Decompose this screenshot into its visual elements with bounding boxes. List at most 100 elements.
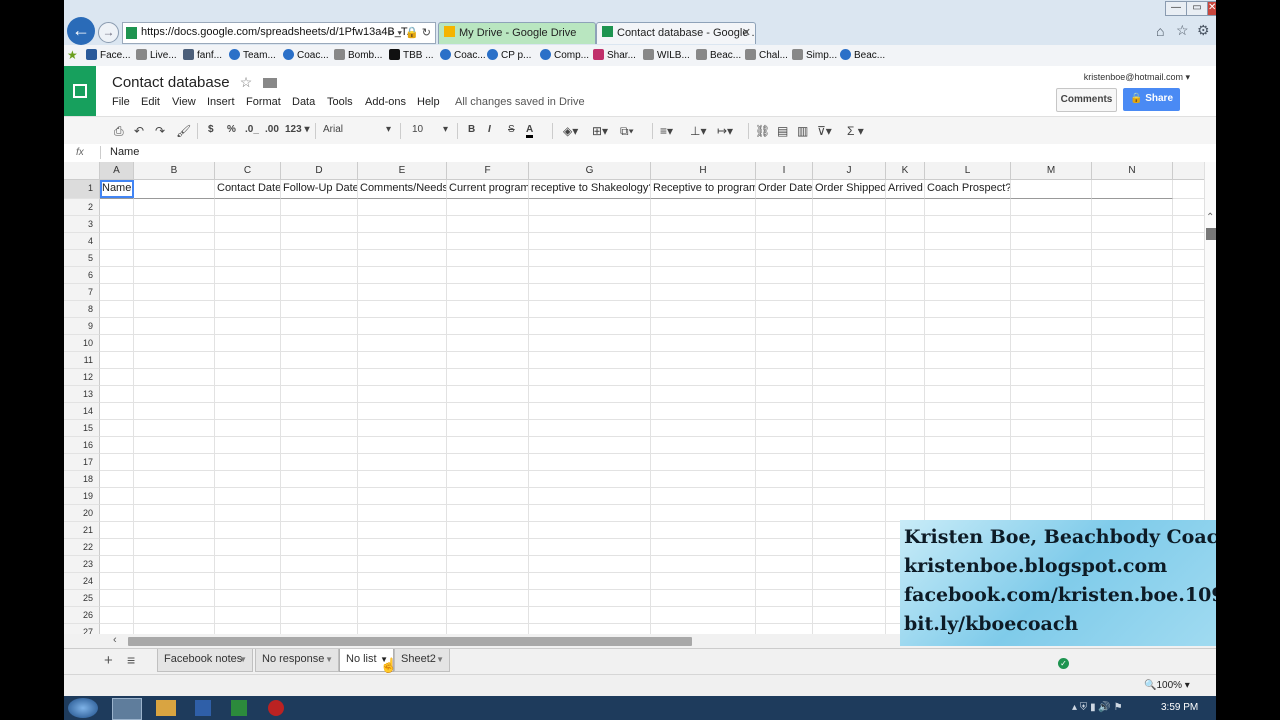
favorite-item[interactable]: CP p... (487, 49, 531, 61)
forward-button[interactable]: → (98, 22, 119, 43)
grid-cell[interactable] (358, 522, 447, 539)
grid-cell[interactable] (886, 454, 925, 471)
grid-cell[interactable] (529, 403, 651, 420)
grid-cell[interactable] (358, 352, 447, 369)
row-header[interactable]: 13 (64, 386, 100, 403)
grid-cell[interactable] (447, 607, 529, 624)
grid-cell[interactable] (281, 522, 358, 539)
grid-cell[interactable] (925, 318, 1011, 335)
grid-cell[interactable] (100, 471, 134, 488)
grid-cell[interactable] (447, 488, 529, 505)
favorite-item[interactable]: Simp... (792, 49, 837, 61)
document-title[interactable]: Contact database ☆ (112, 74, 277, 91)
close-tab-icon[interactable]: ✕ (742, 23, 751, 43)
grid-cell[interactable] (100, 624, 134, 634)
grid-cell[interactable] (281, 488, 358, 505)
grid-cell[interactable] (281, 556, 358, 573)
header-cell-e[interactable]: Comments/Needs (358, 180, 447, 199)
back-button[interactable]: ← (67, 17, 95, 45)
grid-cell[interactable] (651, 624, 756, 634)
grid-cell[interactable] (1092, 369, 1173, 386)
grid-cell[interactable] (215, 250, 281, 267)
grid-cell[interactable] (281, 471, 358, 488)
grid-cell[interactable] (447, 335, 529, 352)
grid-cell[interactable] (358, 420, 447, 437)
grid-cell[interactable] (925, 403, 1011, 420)
grid-cell[interactable] (1173, 488, 1204, 505)
grid-cell[interactable] (134, 420, 215, 437)
grid-cell[interactable] (134, 454, 215, 471)
grid-cell[interactable] (215, 539, 281, 556)
grid-cell[interactable] (1173, 403, 1204, 420)
grid-cell[interactable] (281, 420, 358, 437)
grid-cell[interactable] (100, 352, 134, 369)
grid-cell[interactable] (215, 488, 281, 505)
start-button[interactable] (68, 698, 98, 718)
menu-format[interactable]: Format (246, 96, 281, 108)
formula-input[interactable]: Name (110, 146, 139, 158)
grid-cell[interactable] (358, 403, 447, 420)
header-cell-k[interactable]: Arrived (886, 180, 925, 199)
menu-file[interactable]: File (112, 96, 130, 108)
row-header[interactable]: 12 (64, 369, 100, 386)
grid-cell[interactable] (1011, 454, 1092, 471)
grid-cell[interactable] (813, 420, 886, 437)
grid-cell[interactable] (756, 318, 813, 335)
taskbar-app-button[interactable] (112, 698, 142, 720)
grid-cell[interactable] (529, 318, 651, 335)
grid-cell[interactable] (756, 199, 813, 216)
grid-cell[interactable] (1092, 352, 1173, 369)
row-header[interactable]: 15 (64, 420, 100, 437)
grid-cell[interactable] (1173, 199, 1204, 216)
star-icon[interactable]: ☆ (1176, 22, 1189, 39)
header-cell-j[interactable]: Order Shipped (813, 180, 886, 199)
grid-cell[interactable] (813, 318, 886, 335)
grid-cell[interactable] (886, 216, 925, 233)
column-header-n[interactable]: N (1092, 162, 1173, 180)
grid-cell[interactable] (358, 199, 447, 216)
grid-cell[interactable] (100, 556, 134, 573)
row-header[interactable]: 1 (64, 180, 100, 199)
grid-cell[interactable] (925, 335, 1011, 352)
grid-cell[interactable] (529, 335, 651, 352)
grid-cell[interactable] (651, 250, 756, 267)
grid-cell[interactable] (756, 607, 813, 624)
grid-cell[interactable] (100, 454, 134, 471)
grid-cell[interactable] (886, 437, 925, 454)
grid-cell[interactable] (1092, 454, 1173, 471)
grid-cell[interactable] (1173, 233, 1204, 250)
header-cell-b[interactable] (134, 180, 215, 199)
row-header[interactable]: 2 (64, 199, 100, 216)
grid-cell[interactable] (1173, 335, 1204, 352)
grid-cell[interactable] (756, 216, 813, 233)
grid-cell[interactable] (756, 539, 813, 556)
grid-cell[interactable] (756, 420, 813, 437)
grid-cell[interactable] (756, 624, 813, 634)
grid-cell[interactable] (1092, 199, 1173, 216)
favorite-item[interactable]: WILB... (643, 49, 690, 61)
grid-cell[interactable] (756, 267, 813, 284)
grid-cell[interactable] (134, 335, 215, 352)
grid-cell[interactable] (215, 335, 281, 352)
grid-cell[interactable] (529, 573, 651, 590)
grid-cell[interactable] (215, 420, 281, 437)
grid-cell[interactable] (215, 369, 281, 386)
grid-cell[interactable] (358, 437, 447, 454)
grid-cell[interactable] (925, 369, 1011, 386)
grid-cell[interactable] (756, 301, 813, 318)
column-header-l[interactable]: L (925, 162, 1011, 180)
row-header[interactable]: 5 (64, 250, 100, 267)
grid-cell[interactable] (756, 471, 813, 488)
favorite-item[interactable]: Bomb... (334, 49, 382, 61)
header-cell-c[interactable]: Contact Date (215, 180, 281, 199)
grid-cell[interactable] (134, 233, 215, 250)
grid-cell[interactable] (134, 573, 215, 590)
column-header-d[interactable]: D (281, 162, 358, 180)
favorite-item[interactable]: Chal... (745, 49, 788, 61)
grid-cell[interactable] (1011, 267, 1092, 284)
grid-cell[interactable] (358, 216, 447, 233)
grid-cell[interactable] (281, 301, 358, 318)
grid-cell[interactable] (447, 471, 529, 488)
grid-cell[interactable] (358, 539, 447, 556)
row-header[interactable]: 17 (64, 454, 100, 471)
